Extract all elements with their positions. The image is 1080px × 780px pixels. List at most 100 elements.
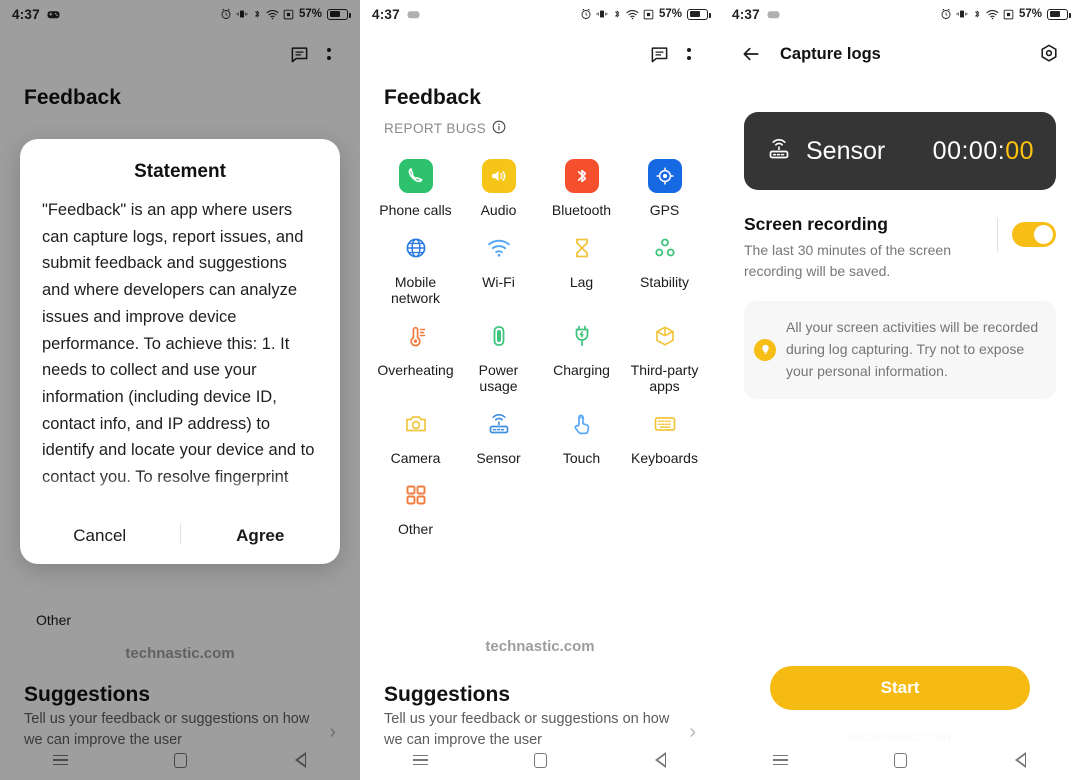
wifi-icon [626,9,639,20]
dialog-body: "Feedback" is an app where users can cap… [42,201,315,487]
gear-icon[interactable] [1034,39,1064,69]
alarm-clock-icon [940,8,952,20]
bug-category-stability[interactable]: Stability [623,221,706,307]
home-icon[interactable] [517,745,563,775]
plug-icon [565,319,599,353]
home-icon[interactable] [877,745,923,775]
cancel-button[interactable]: Cancel [20,511,180,564]
battery-icon [482,319,516,353]
bug-category-camera[interactable]: Camera [374,397,457,467]
lightbulb-icon [754,338,776,361]
bug-category-bluetooth[interactable]: Bluetooth [540,149,623,219]
back-icon[interactable] [637,745,683,775]
bluetooth-icon [972,8,982,20]
vertical-divider [997,218,998,252]
bug-category-overheating[interactable]: Overheating [374,309,457,395]
nav-bar-3 [720,740,1080,780]
panel-report-bugs: 4:37 57% Feedback REPORT BUGS Phone call… [360,0,720,780]
bug-category-label: Keyboards [631,449,698,466]
recents-icon[interactable] [757,745,803,775]
recents-icon[interactable] [397,745,443,775]
start-button[interactable]: Start [770,666,1030,710]
bug-category-mobile-network[interactable]: Mobile network [374,221,457,307]
battery-percent: 57% [658,8,682,20]
panel-capture-logs: 4:37 57% Capture logs Sensor 00:00:00 Sc… [720,0,1080,780]
bluetooth-icon [564,159,599,193]
page-title: Feedback [384,86,481,109]
bug-category-wi-fi[interactable]: Wi-Fi [457,221,540,307]
bug-category-power-usage[interactable]: Power usage [457,309,540,395]
status-time: 4:37 [732,6,760,22]
back-icon[interactable] [997,745,1043,775]
timer-label: Sensor [806,136,886,165]
bug-category-touch[interactable]: Touch [540,397,623,467]
bug-category-label: Other [397,521,433,538]
bug-category-lag[interactable]: Lag [540,221,623,307]
agree-button[interactable]: Agree [181,511,341,564]
back-arrow-icon[interactable] [736,39,766,69]
watermark-2: technastic.com [485,638,595,655]
wifi-icon [482,231,516,265]
bug-category-label: Bluetooth [551,202,612,218]
bug-category-label: Charging [553,361,610,378]
bluetooth-icon [612,8,622,20]
bug-category-label: Touch [562,449,601,466]
vibrate-icon [956,8,968,20]
camera-icon [399,407,433,441]
box-icon [648,319,682,353]
keyboard-icon [648,407,682,441]
panel-feedback-dialog: 4:37 57% Feedback Other technastic.com S… [0,0,360,780]
bug-category-charging[interactable]: Charging [540,309,623,395]
hourglass-icon [565,231,599,265]
bug-category-label: Overheating [377,361,454,378]
statement-dialog: Statement "Feedback" is an app where use… [20,139,340,564]
suggestions-title-2: Suggestions [384,683,511,706]
alarm-clock-icon [580,8,592,20]
thermometer-icon [399,319,433,353]
phone-icon [398,159,433,193]
overflow-menu-icon[interactable] [674,39,704,69]
status-time: 4:37 [372,6,400,22]
app-bar-2 [360,28,720,80]
bug-category-label: Lag [569,273,594,290]
grid-icon [399,478,433,512]
status-bar-2: 4:37 57% [360,0,720,28]
section-label-text: REPORT BUGS [384,121,487,136]
bug-category-label: Power usage [478,361,519,395]
bug-category-sensor[interactable]: Sensor [457,397,540,467]
bug-category-label: Sensor [476,449,521,466]
bug-category-label: Stability [639,273,690,290]
screen-recording-row: Screen recording The last 30 minutes of … [720,190,1080,281]
report-bugs-grid: Phone calls Audio Bluetooth GPS Mobile netwo… [360,137,720,538]
globe-icon [399,231,433,265]
page-title: Capture logs [780,44,881,63]
three-panel-screenshot: 4:37 57% Feedback Other technastic.com S… [0,0,1080,780]
info-icon[interactable] [492,120,506,137]
wifi-icon [986,9,999,20]
screen-recording-toggle[interactable] [1012,222,1056,247]
touch-icon [565,407,599,441]
bug-category-keyboards[interactable]: Keyboards [623,397,706,467]
sensor-icon [482,407,516,441]
bug-category-label: Camera [390,449,441,466]
screen-recording-title: Screen recording [744,214,888,234]
volume-icon [481,159,516,193]
bug-category-label: Mobile network [390,273,441,307]
bug-category-phone-calls[interactable]: Phone calls [374,149,457,219]
dialog-actions: Cancel Agree [20,511,340,564]
nodes-icon [648,231,682,265]
bug-category-third-party-apps[interactable]: Third-party apps [623,309,706,395]
bug-category-audio[interactable]: Audio [457,149,540,219]
screen-recording-subtitle: The last 30 minutes of the screen record… [744,242,951,279]
chat-icon[interactable] [644,39,674,69]
bug-category-label: Audio [480,202,517,218]
battery-percent: 57% [1018,8,1042,20]
bug-category-label: Third-party apps [630,361,699,395]
battery-icon [1047,8,1071,20]
bug-category-other[interactable]: Other [374,468,457,538]
app-bar-3: Capture logs [720,28,1080,80]
timer-value: 00:00:00 [933,137,1034,166]
dialog-title: Statement [134,161,226,182]
nav-bar-2 [360,740,720,780]
bug-category-gps[interactable]: GPS [623,149,706,219]
